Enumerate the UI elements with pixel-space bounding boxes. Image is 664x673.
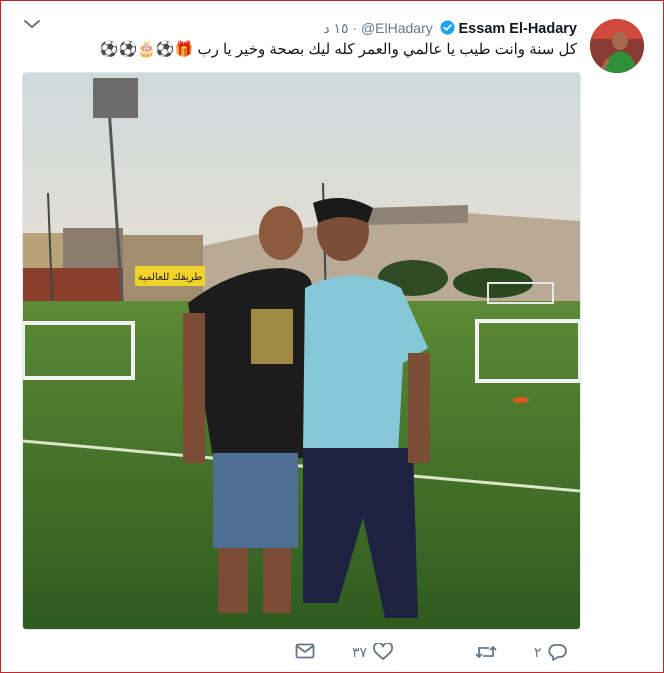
reply-action[interactable]: ٢: [534, 643, 568, 661]
tweet-header: ١٥ د · @ElHadary Essam El-Hadary: [323, 20, 577, 38]
avatar[interactable]: [590, 19, 644, 73]
tweet-photo[interactable]: طريقك للعالمية: [22, 72, 581, 630]
heart-icon: [373, 643, 394, 660]
tweet-actions: ٢ ٣٧: [1, 643, 664, 669]
separator: ·: [352, 20, 358, 36]
chevron-down-icon[interactable]: [23, 17, 41, 31]
tweet-card: ١٥ د · @ElHadary Essam El-Hadary كل سنة …: [0, 0, 664, 673]
like-count: ٣٧: [352, 643, 368, 660]
envelope-icon: [295, 643, 315, 659]
retweet-action[interactable]: [469, 643, 497, 661]
tweet-time[interactable]: ١٥ د: [323, 20, 348, 36]
verified-badge-icon: [440, 20, 455, 38]
like-action[interactable]: ٣٧: [352, 643, 394, 661]
tweet-text: كل سنة وانت طيب يا عالمي والعمر كله ليك …: [99, 41, 577, 58]
display-name[interactable]: Essam El-Hadary: [459, 21, 577, 37]
sign-text: طريقك للعالمية: [138, 272, 202, 283]
reply-icon: [547, 644, 567, 661]
retweet-icon: [475, 645, 497, 659]
handle[interactable]: @ElHadary: [361, 20, 433, 36]
reply-count: ٢: [534, 643, 542, 660]
dm-action[interactable]: [295, 643, 315, 659]
